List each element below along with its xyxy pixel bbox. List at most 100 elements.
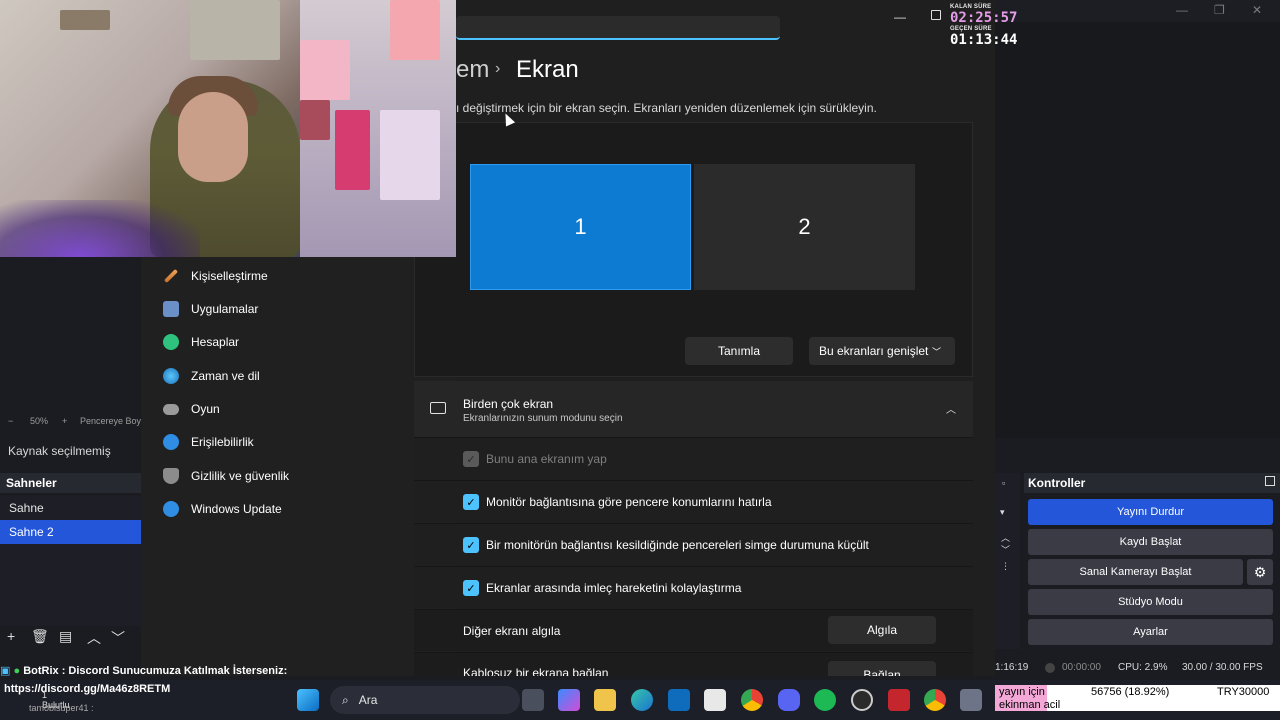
scene-item-active[interactable]: Sahne 2	[0, 520, 141, 544]
chevron-down-icon[interactable]: ﹀	[1001, 543, 1010, 556]
option-row-primary: ✓ Bunu ana ekranım yap	[414, 437, 973, 479]
obs-maximize-button[interactable]: ❐	[1214, 3, 1225, 17]
search-icon: ⌕	[342, 692, 349, 707]
stop-stream-button[interactable]: Yayını Durdur	[1028, 499, 1273, 525]
settings-button[interactable]: Ayarlar	[1028, 619, 1273, 645]
start-icon[interactable]	[297, 689, 319, 711]
edge-icon[interactable]	[631, 689, 653, 711]
brush-icon	[163, 268, 179, 284]
nav-label: Uygulamalar	[191, 302, 259, 316]
scenes-list: Sahne Sahne 2	[0, 496, 141, 626]
start-recording-button[interactable]: Kaydı Başlat	[1028, 529, 1273, 555]
search-label: Ara	[358, 693, 378, 707]
settings-search-input[interactable]	[456, 16, 780, 40]
nav-item-gaming[interactable]: Oyun	[163, 394, 220, 424]
accessibility-icon	[163, 434, 179, 450]
zoom-value: 50%	[30, 416, 49, 426]
trash-icon[interactable]: 🗑	[31, 628, 49, 645]
option-row-minimize: ✓ Bir monitörün bağlantısı kesildiğinde …	[414, 523, 973, 565]
app-icon[interactable]	[888, 689, 910, 711]
scenes-header: Sahneler	[0, 473, 141, 493]
controls-header: Kontroller	[1024, 473, 1280, 493]
taskbar-search[interactable]: ⌕ Ara	[330, 686, 520, 714]
add-scene-icon[interactable]: +	[7, 628, 15, 644]
breadcrumb-separator: ›	[495, 60, 501, 77]
controls-title: Kontroller	[1028, 476, 1086, 490]
nav-item-windows-update[interactable]: Windows Update	[163, 494, 282, 524]
chevron-down-icon[interactable]: ▾	[1000, 507, 1005, 518]
option-label: Bunu ana ekranım yap	[486, 452, 607, 466]
filter-icon[interactable]: ▤	[59, 628, 72, 645]
chat-line: ▣ ● BotRix : Discord Sunucumuza Katılmak…	[0, 664, 456, 680]
zoom-in-button[interactable]: +	[62, 416, 67, 426]
nav-item-privacy[interactable]: Gizlilik ve güvenlik	[163, 461, 289, 491]
apps-icon	[163, 301, 179, 317]
checkbox-remember-positions[interactable]: ✓	[463, 494, 479, 510]
obs-title-bar	[995, 0, 1280, 22]
multi-display-title: Birden çok ekran	[463, 397, 554, 411]
control-label: Sanal Kamerayı Başlat	[1079, 566, 1192, 578]
extend-displays-select[interactable]: Bu ekranları genişlet ﹀	[809, 337, 955, 365]
checkbox-minimize-windows[interactable]: ✓	[463, 537, 479, 553]
checkbox-ease-cursor[interactable]: ✓	[463, 580, 479, 596]
chat-link: https://discord.gg/Ma46z8RETM	[4, 683, 171, 695]
settings-minimize-button[interactable]: —	[894, 10, 906, 24]
obs-preview	[995, 0, 1280, 438]
monitor-2-label: 2	[798, 214, 811, 239]
dock-icon[interactable]	[1265, 476, 1275, 486]
display-description: ı değiştirmek için bir ekran seçin. Ekra…	[456, 101, 877, 115]
monitor-1-tile[interactable]: 1	[470, 164, 691, 290]
studio-mode-button[interactable]: Stüdyo Modu	[1028, 589, 1273, 615]
nav-item-accessibility[interactable]: Erişilebilirlik	[163, 427, 254, 457]
identify-button[interactable]: Tanımla	[685, 337, 793, 365]
nav-item-personalization[interactable]: Kişiselleştirme	[163, 261, 268, 291]
chrome-icon[interactable]	[741, 689, 763, 711]
gamepad-icon	[163, 403, 179, 415]
detect-button[interactable]: Algıla	[828, 616, 936, 644]
detect-button-label: Algıla	[866, 623, 898, 637]
connect-button[interactable]: Bağlan	[828, 661, 936, 676]
donation-ticker: yayın için ekinman acil 56756 (18.92%) T…	[995, 685, 1280, 711]
option-row-cursor: ✓ Ekranlar arasında imleç hareketini kol…	[414, 566, 973, 608]
nav-item-time-language[interactable]: Zaman ve dil	[163, 361, 260, 391]
ticker-currency: TRY30000	[1217, 686, 1270, 698]
task-view-icon[interactable]	[522, 689, 544, 711]
copilot-icon[interactable]	[558, 689, 580, 711]
zoom-out-button[interactable]: −	[8, 416, 13, 426]
spotify-icon[interactable]	[814, 689, 836, 711]
mixer-strip: ▫ ▾ ︿ ﹀ ⋮	[995, 473, 1020, 649]
update-icon	[163, 501, 179, 517]
nav-item-apps[interactable]: Uygulamalar	[163, 294, 258, 324]
nav-label: Oyun	[191, 402, 220, 416]
store-icon[interactable]	[704, 689, 726, 711]
gear-icon[interactable]: ⚙	[1247, 559, 1273, 585]
zoom-fit-button[interactable]: Pencereye Boy	[80, 416, 141, 426]
ticker-text: yayın için	[999, 686, 1045, 698]
more-icon[interactable]: ⋮	[1001, 561, 1010, 572]
multi-display-icon	[430, 402, 446, 414]
scene-item[interactable]: Sahne	[0, 496, 141, 520]
breadcrumb-parent[interactable]: em	[456, 56, 489, 84]
settings-maximize-button[interactable]	[931, 10, 941, 20]
option-row-wireless: Kablosuz bir ekrana bağlan Bağlan	[414, 652, 973, 676]
move-up-icon[interactable]: ︿	[87, 628, 101, 648]
chevron-down-icon: ﹀	[931, 347, 941, 357]
move-down-icon[interactable]: ﹀	[111, 628, 125, 648]
monitor-2-tile[interactable]: 2	[694, 164, 915, 290]
chrome-icon[interactable]	[924, 689, 946, 711]
file-explorer-icon[interactable]	[594, 689, 616, 711]
dock-icon[interactable]: ▫	[1002, 478, 1005, 488]
chat-badge-icon: ▣	[0, 665, 11, 677]
nav-item-accounts[interactable]: Hesaplar	[163, 327, 239, 357]
chevron-up-icon[interactable]: ︿	[946, 401, 956, 416]
settings-app-icon[interactable]	[960, 689, 982, 711]
obs-close-button[interactable]: ✕	[1252, 3, 1262, 17]
obs-minimize-button[interactable]: —	[1176, 3, 1188, 17]
status-cpu: CPU: 2.9%	[1118, 662, 1168, 673]
option-row-detect: Diğer ekranı algıla Algıla	[414, 609, 973, 651]
outlook-icon[interactable]	[668, 689, 690, 711]
obs-icon[interactable]	[851, 689, 873, 711]
detect-label: Diğer ekranı algıla	[463, 624, 561, 638]
start-virtual-camera-button[interactable]: Sanal Kamerayı Başlat	[1028, 559, 1243, 585]
discord-icon[interactable]	[778, 689, 800, 711]
